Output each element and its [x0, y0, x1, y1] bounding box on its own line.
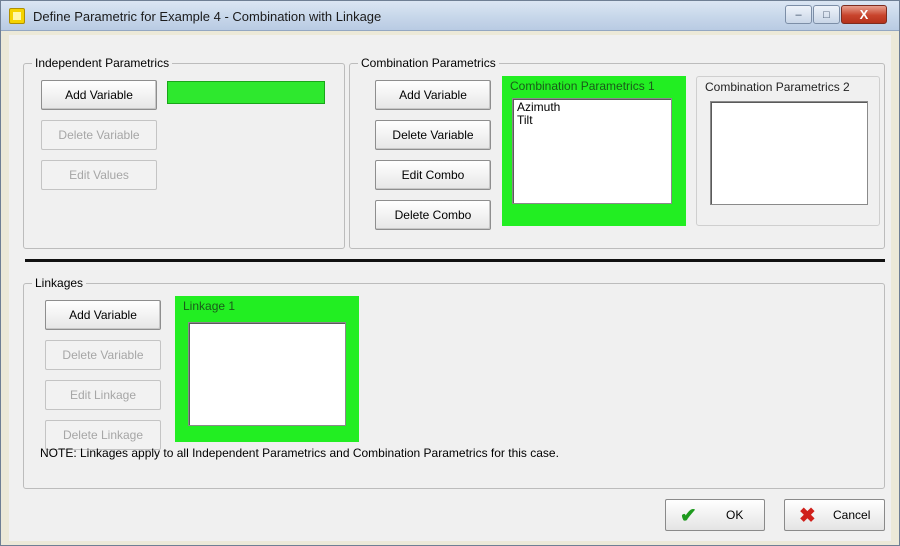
linkage-panel-1-title: Linkage 1: [183, 299, 236, 313]
section-divider: [25, 259, 885, 262]
cancel-label: Cancel: [833, 508, 871, 522]
title-bar[interactable]: Define Parametric for Example 4 - Combin…: [1, 1, 899, 31]
independent-add-variable-button[interactable]: Add Variable: [41, 80, 157, 110]
combination-delete-variable-button[interactable]: Delete Variable: [375, 120, 491, 150]
independent-variable-field[interactable]: [167, 81, 325, 104]
combination-panel-1-title: Combination Parametrics 1: [510, 79, 655, 93]
x-icon: ✖: [799, 504, 816, 527]
close-icon: X: [859, 7, 869, 22]
combination-add-variable-button[interactable]: Add Variable: [375, 80, 491, 110]
minimize-icon: –: [795, 8, 802, 21]
independent-delete-variable-button[interactable]: Delete Variable: [41, 120, 157, 150]
independent-parametrics-label: Independent Parametrics: [32, 56, 173, 70]
edit-combo-button[interactable]: Edit Combo: [375, 160, 491, 190]
list-item[interactable]: Tilt: [517, 114, 667, 127]
combination-panel-1[interactable]: Combination Parametrics 1 Azimuth Tilt: [502, 76, 686, 226]
ok-label: OK: [726, 508, 744, 522]
minimize-button[interactable]: –: [785, 5, 812, 24]
combination-parametrics-group: Combination Parametrics Add Variable Del…: [349, 56, 885, 249]
window-title: Define Parametric for Example 4 - Combin…: [33, 9, 382, 24]
check-icon: ✔: [680, 504, 697, 527]
linkage-panel-1[interactable]: Linkage 1: [175, 296, 359, 442]
independent-edit-values-button[interactable]: Edit Values: [41, 160, 157, 190]
linkages-label: Linkages: [32, 276, 87, 290]
combination-panel-2[interactable]: Combination Parametrics 2: [696, 76, 880, 226]
linkages-group: Linkages Add Variable Delete Variable Ed…: [23, 276, 885, 489]
combination-panel-2-title: Combination Parametrics 2: [705, 80, 850, 94]
edit-linkage-button[interactable]: Edit Linkage: [45, 380, 161, 410]
delete-combo-button[interactable]: Delete Combo: [375, 200, 491, 230]
linkage-note: NOTE: Linkages apply to all Independent …: [40, 446, 559, 460]
maximize-icon: □: [823, 8, 830, 21]
combination-parametrics-label: Combination Parametrics: [358, 56, 499, 70]
list-item[interactable]: Azimuth: [517, 101, 667, 114]
linkage-panel-1-list[interactable]: [188, 322, 346, 426]
cancel-button[interactable]: ✖ Cancel: [784, 499, 885, 531]
linkage-add-variable-button[interactable]: Add Variable: [45, 300, 161, 330]
app-icon: [9, 8, 25, 24]
linkage-delete-variable-button[interactable]: Delete Variable: [45, 340, 161, 370]
close-button[interactable]: X: [841, 5, 887, 24]
dialog-window: Define Parametric for Example 4 - Combin…: [0, 0, 900, 546]
maximize-button[interactable]: □: [813, 5, 840, 24]
dialog-body: Independent Parametrics Add Variable Del…: [9, 35, 891, 541]
independent-parametrics-group: Independent Parametrics Add Variable Del…: [23, 56, 345, 249]
ok-button[interactable]: ✔ OK: [665, 499, 765, 531]
combination-panel-1-list[interactable]: Azimuth Tilt: [512, 98, 672, 204]
combination-panel-2-list[interactable]: [710, 101, 868, 205]
